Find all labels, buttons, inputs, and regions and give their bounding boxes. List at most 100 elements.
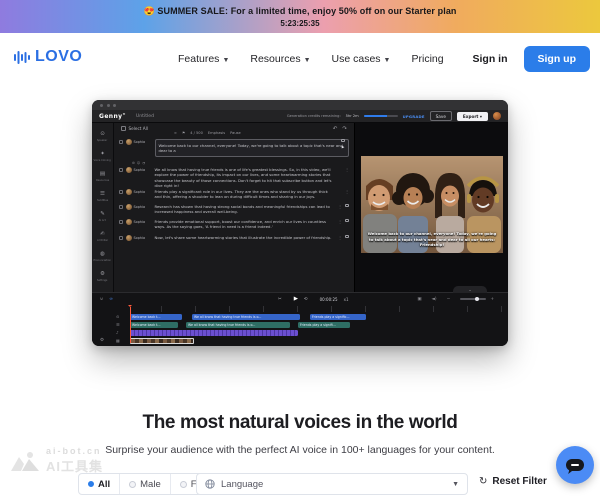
app-body: ⊙Speaker ✦Voice Cloning ▤Resources ☰Subt…	[92, 123, 508, 292]
script-text: We all know that having true friends is …	[155, 167, 333, 189]
row-checkbox	[119, 205, 123, 209]
speaker-chip: Sophia	[126, 204, 152, 210]
speaker-chip: Sophia	[126, 167, 152, 173]
sidebar-item-pronunciation: ◍Pronunciation	[92, 246, 113, 266]
export-button: Export ▾	[457, 112, 488, 121]
sidebar-item-speaker: ⊙Speaker	[92, 126, 113, 146]
chevron-down-icon: ▼	[304, 57, 311, 64]
speaker-avatar	[126, 139, 132, 145]
undo-icon: ↶	[333, 126, 338, 132]
watermark-line1: ai-bot.cn	[46, 446, 103, 456]
emotion-controls: ⚙☺◔	[132, 161, 145, 165]
char-counter: 4 / 500	[190, 131, 203, 135]
window-titlebar	[92, 100, 508, 110]
speaker-icon: ⊙	[100, 131, 105, 137]
lovo-logo[interactable]: LOVO	[14, 48, 82, 66]
nav-item-use-cases[interactable]: Use cases▼	[332, 53, 391, 65]
flag-icon: ⚑	[182, 131, 185, 135]
sidebar-item-ai-writer: ✍AI Writer	[92, 226, 113, 246]
script-row: Sophia Friends provide emotional support…	[119, 219, 349, 230]
film-icon: ▦	[116, 338, 120, 344]
row-checkbox	[119, 190, 123, 194]
volume-icon: ◄)	[432, 297, 437, 302]
zoom-in-icon: +	[490, 297, 494, 302]
row-checkbox	[119, 140, 123, 144]
script-row: Sophia We all know that having true frie…	[119, 167, 349, 189]
loop-icon: ⟲	[304, 297, 308, 302]
row-actions: ⋮	[335, 219, 349, 224]
history-icons: ↶↷	[333, 126, 347, 132]
zoom-out-icon: −	[447, 297, 451, 302]
mic-icon: ⊙	[116, 314, 119, 320]
voice-filter-bar: All Male Female Language ▼ ↻ Reset Filte…	[0, 473, 600, 497]
script-panel: Select All ↶↷ ∞ ⚑ 4 / 500 Emphasis Pause…	[114, 123, 354, 292]
voice-clip: We all know that having true friends is …	[192, 314, 300, 320]
video-filmstrip-clip	[130, 338, 194, 344]
emotion-icon: ☺	[137, 161, 140, 165]
sign-in-link[interactable]: Sign in	[473, 53, 508, 65]
watermark-logo-icon	[10, 450, 40, 472]
sign-up-button[interactable]: Sign up	[524, 46, 591, 72]
timeline-toolbar: ⊍ ∞ ✂ ▶ ⟲ 00:00:25 x1 ▣ ◄) − +	[92, 293, 508, 305]
pronunciation-icon: ◍	[100, 251, 105, 257]
timeline-ruler	[128, 306, 502, 312]
chevron-down-icon: ▼	[222, 57, 229, 64]
sidebar-item-settings: ⚙Settings	[92, 266, 113, 286]
radio-icon	[129, 481, 136, 488]
speaker-avatar	[126, 167, 132, 173]
gear-icon: ⚙	[100, 271, 105, 277]
speaker-avatar	[126, 235, 132, 241]
sale-countdown: 5:23:25:35	[280, 19, 319, 28]
language-select[interactable]: Language ▼	[196, 473, 468, 495]
page-title: The most natural voices in the world	[0, 412, 600, 434]
filter-option-male[interactable]: Male	[120, 474, 171, 494]
speaker-chip: Sophia	[126, 219, 152, 225]
speaker-avatar	[126, 219, 132, 225]
kebab-icon: ⋮	[338, 235, 342, 240]
script-row: Sophia Research has shown that having st…	[119, 204, 349, 215]
row-actions: ⋮	[335, 235, 349, 240]
nav-item-features[interactable]: Features▼	[178, 53, 229, 65]
credits-value: 5hr 2m	[346, 114, 359, 118]
kebab-icon: ⋮	[345, 189, 349, 194]
filter-option-all[interactable]: All	[79, 474, 120, 494]
sidebar-item-voice-cloning: ✦Voice Cloning	[92, 146, 113, 166]
settings-icon: ⚙	[132, 161, 135, 165]
comment-icon	[345, 235, 349, 238]
chat-bubble-icon	[566, 459, 584, 471]
zoom-slider	[460, 298, 486, 300]
link-icon: ∞	[174, 131, 177, 135]
auth-actions: Sign in Sign up	[473, 33, 591, 85]
resources-icon: ▤	[100, 171, 105, 177]
emphasis-label: Emphasis	[208, 131, 225, 135]
subtitle-clip: We all know that having true friends is …	[186, 322, 290, 328]
reset-filter-button[interactable]: ↻ Reset Filter	[479, 476, 547, 487]
sidebar-item-ai-art: ✎AI Art	[92, 206, 113, 226]
chat-launcher-button[interactable]	[556, 446, 594, 484]
script-text: Friends play a significant role in our l…	[155, 189, 333, 200]
playhead	[130, 307, 131, 343]
language-select-label: Language	[221, 479, 263, 490]
nav-item-pricing[interactable]: Pricing	[411, 53, 443, 65]
pause-label: Pause	[230, 131, 241, 135]
script-text-active: Welcome back to our channel, everyone! T…	[155, 139, 350, 157]
voice-cloning-icon: ✦	[100, 151, 105, 157]
nav-item-resources[interactable]: Resources▼	[250, 53, 310, 65]
voice-clip: Welcome back t...	[130, 314, 182, 320]
script-row: Sophia Friends play a significant role i…	[119, 189, 349, 200]
subtitles-icon: ☰	[100, 191, 105, 197]
app-header-actions: Generation credits remaining: 5hr 2m UPG…	[287, 111, 501, 121]
speaker-chip: Sophia	[126, 235, 152, 241]
credits-label: Generation credits remaining:	[287, 114, 341, 118]
speaker-chip: Sophia	[126, 189, 152, 195]
editor-toolbar: ∞ ⚑ 4 / 500 Emphasis Pause	[174, 131, 241, 135]
caret-down-icon: ▼	[452, 481, 459, 488]
app-sidebar: ⊙Speaker ✦Voice Cloning ▤Resources ☰Subt…	[92, 123, 114, 292]
fit-icon: ▣	[417, 297, 421, 302]
sale-banner: 😍 SUMMER SALE: For a limited time, enjoy…	[0, 0, 600, 33]
script-text: Now, let's share some heartwarming stori…	[155, 235, 333, 240]
row-checkbox	[119, 236, 123, 240]
window-controls-icon	[100, 104, 116, 107]
subtitle-icon: ☰	[116, 322, 120, 328]
row-actions: ⋮	[335, 189, 349, 194]
